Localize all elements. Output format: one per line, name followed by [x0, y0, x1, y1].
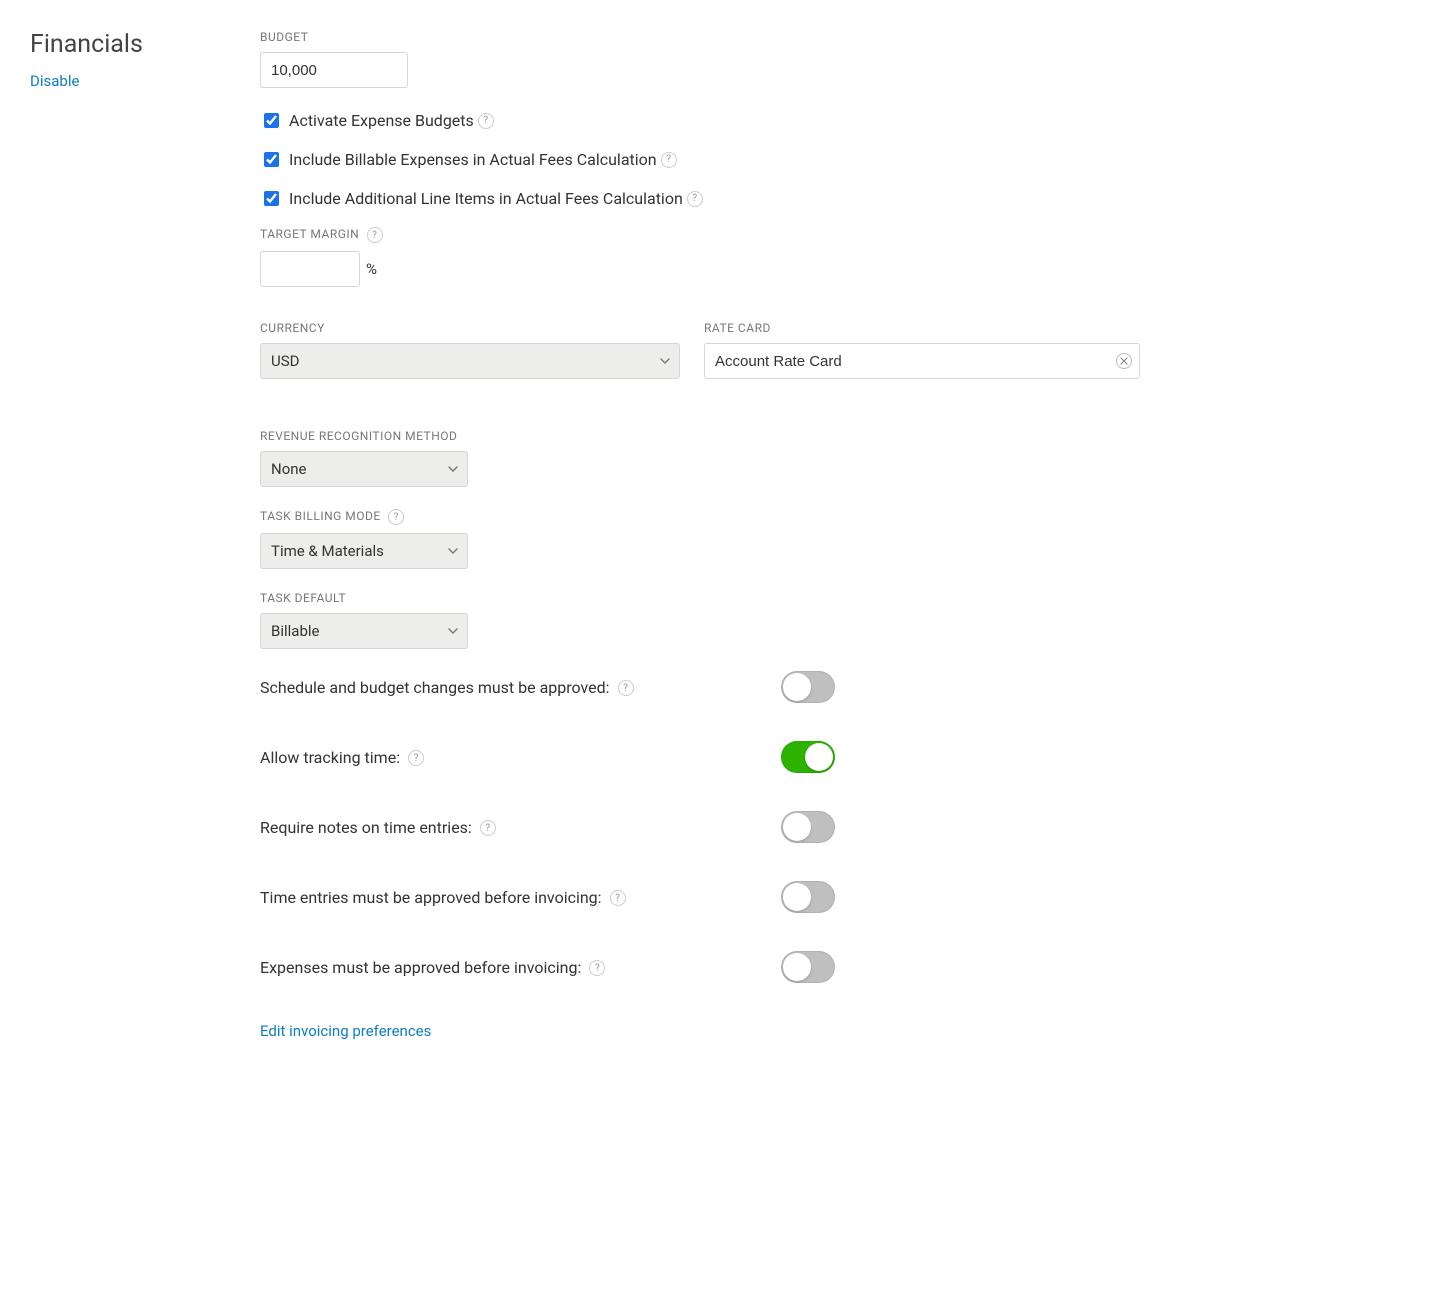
budget-input[interactable] [260, 52, 408, 88]
rate-card-label: RATE CARD [704, 321, 1140, 335]
toggle-schedule-budget[interactable] [781, 671, 835, 703]
checkbox-label: Include Additional Line Items in Actual … [289, 189, 683, 208]
checkbox-input-include-line-items[interactable] [264, 191, 279, 206]
toggle-label-time-entries-approved: Time entries must be approved before inv… [260, 888, 602, 907]
help-icon[interactable]: ? [388, 509, 404, 525]
help-icon[interactable]: ? [589, 960, 605, 976]
rate-card-input[interactable] [704, 343, 1140, 379]
task-default-label: TASK DEFAULT [260, 591, 1140, 605]
help-icon[interactable]: ? [367, 227, 383, 243]
target-margin-label-text: TARGET MARGIN [260, 227, 359, 241]
checkbox-include-line-items[interactable]: Include Additional Line Items in Actual … [260, 188, 1140, 209]
toggle-label-expenses-approved: Expenses must be approved before invoici… [260, 958, 581, 977]
currency-label: CURRENCY [260, 321, 680, 335]
clear-icon[interactable] [1116, 353, 1132, 369]
toggle-require-notes[interactable] [781, 811, 835, 843]
revenue-method-label: REVENUE RECOGNITION METHOD [260, 429, 1140, 443]
section-title: Financials [30, 30, 260, 59]
task-billing-mode-select[interactable]: Time & Materials [260, 533, 468, 569]
toggle-label-allow-tracking-time: Allow tracking time: [260, 748, 400, 767]
task-billing-mode-value: Time & Materials [271, 542, 384, 560]
task-default-select[interactable]: Billable [260, 613, 468, 649]
task-billing-mode-label-text: TASK BILLING MODE [260, 509, 381, 523]
help-icon[interactable]: ? [480, 820, 496, 836]
help-icon[interactable]: ? [687, 191, 703, 207]
checkbox-label: Include Billable Expenses in Actual Fees… [289, 150, 657, 169]
checkbox-label: Activate Expense Budgets [289, 111, 474, 130]
disable-link[interactable]: Disable [30, 72, 79, 90]
toggle-label-schedule-budget: Schedule and budget changes must be appr… [260, 678, 610, 697]
target-margin-label: TARGET MARGIN ? [260, 227, 1140, 243]
help-icon[interactable]: ? [618, 680, 634, 696]
toggle-expenses-approved[interactable] [781, 951, 835, 983]
toggle-allow-tracking-time[interactable] [781, 741, 835, 773]
help-icon[interactable]: ? [661, 152, 677, 168]
checkbox-include-billable-expenses[interactable]: Include Billable Expenses in Actual Fees… [260, 149, 1140, 170]
help-icon[interactable]: ? [478, 113, 494, 129]
revenue-method-select[interactable]: None [260, 451, 468, 487]
help-icon[interactable]: ? [408, 750, 424, 766]
target-margin-input[interactable] [260, 251, 360, 287]
toggle-label-require-notes: Require notes on time entries: [260, 818, 472, 837]
revenue-method-value: None [271, 460, 307, 478]
help-icon[interactable]: ? [610, 890, 626, 906]
task-default-value: Billable [271, 622, 319, 640]
checkbox-input-activate-expense-budgets[interactable] [264, 113, 279, 128]
budget-label: BUDGET [260, 30, 1140, 44]
task-billing-mode-label: TASK BILLING MODE ? [260, 509, 1140, 525]
toggle-time-entries-approved[interactable] [781, 881, 835, 913]
currency-select-value: USD [271, 352, 299, 370]
percent-suffix: % [366, 260, 377, 278]
checkbox-input-include-billable-expenses[interactable] [264, 152, 279, 167]
currency-select[interactable]: USD [260, 343, 680, 379]
checkbox-activate-expense-budgets[interactable]: Activate Expense Budgets ? [260, 110, 1140, 131]
edit-invoicing-preferences-link[interactable]: Edit invoicing preferences [260, 1022, 431, 1040]
